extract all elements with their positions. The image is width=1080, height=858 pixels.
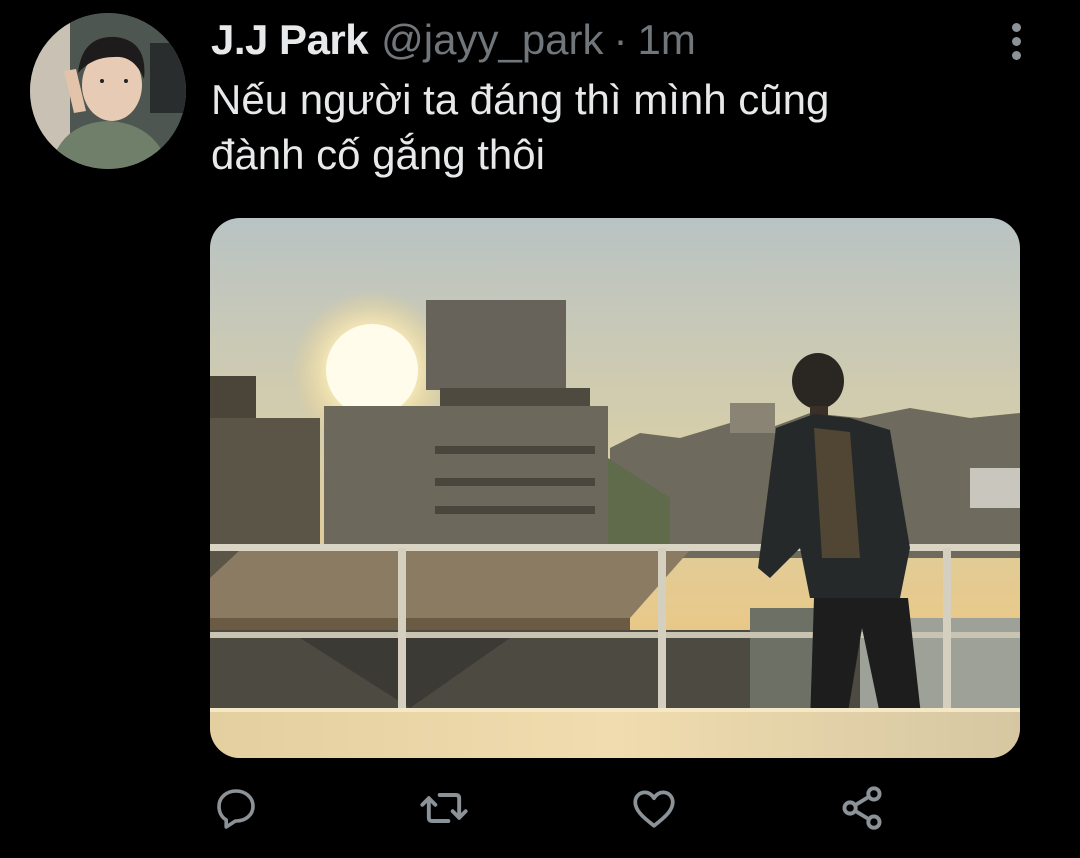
like-button[interactable] <box>626 780 682 836</box>
tweet-text-line: đành cố gắng thôi <box>211 131 545 178</box>
reply-button[interactable] <box>208 780 264 836</box>
tweet-timestamp[interactable]: 1m <box>638 16 696 64</box>
reply-icon <box>217 789 255 829</box>
more-vertical-icon <box>1011 22 1021 32</box>
tweet-media-photo[interactable] <box>210 218 1020 758</box>
tweet-header: J.J Park @jayy_park · 1m <box>211 16 696 68</box>
share-button[interactable] <box>834 780 890 836</box>
retweet-button[interactable] <box>416 780 472 836</box>
tweet-action-bar <box>0 780 1080 840</box>
avatar-photo <box>30 13 186 169</box>
header-separator: · <box>613 16 628 63</box>
heart-icon <box>633 790 675 828</box>
tweet-text-line: Nếu người ta đáng thì mình cũng <box>211 76 830 123</box>
rooftop-sunset-photo <box>210 218 1020 758</box>
avatar[interactable] <box>30 13 186 169</box>
share-icon <box>842 786 882 830</box>
author-display-name[interactable]: J.J Park <box>211 16 369 64</box>
more-options-button[interactable] <box>996 18 1036 64</box>
tweet-text: Nếu người ta đáng thì mình cũng đành cố … <box>211 72 1011 182</box>
retweet-icon <box>420 793 468 823</box>
author-handle[interactable]: @jayy_park <box>381 16 603 64</box>
